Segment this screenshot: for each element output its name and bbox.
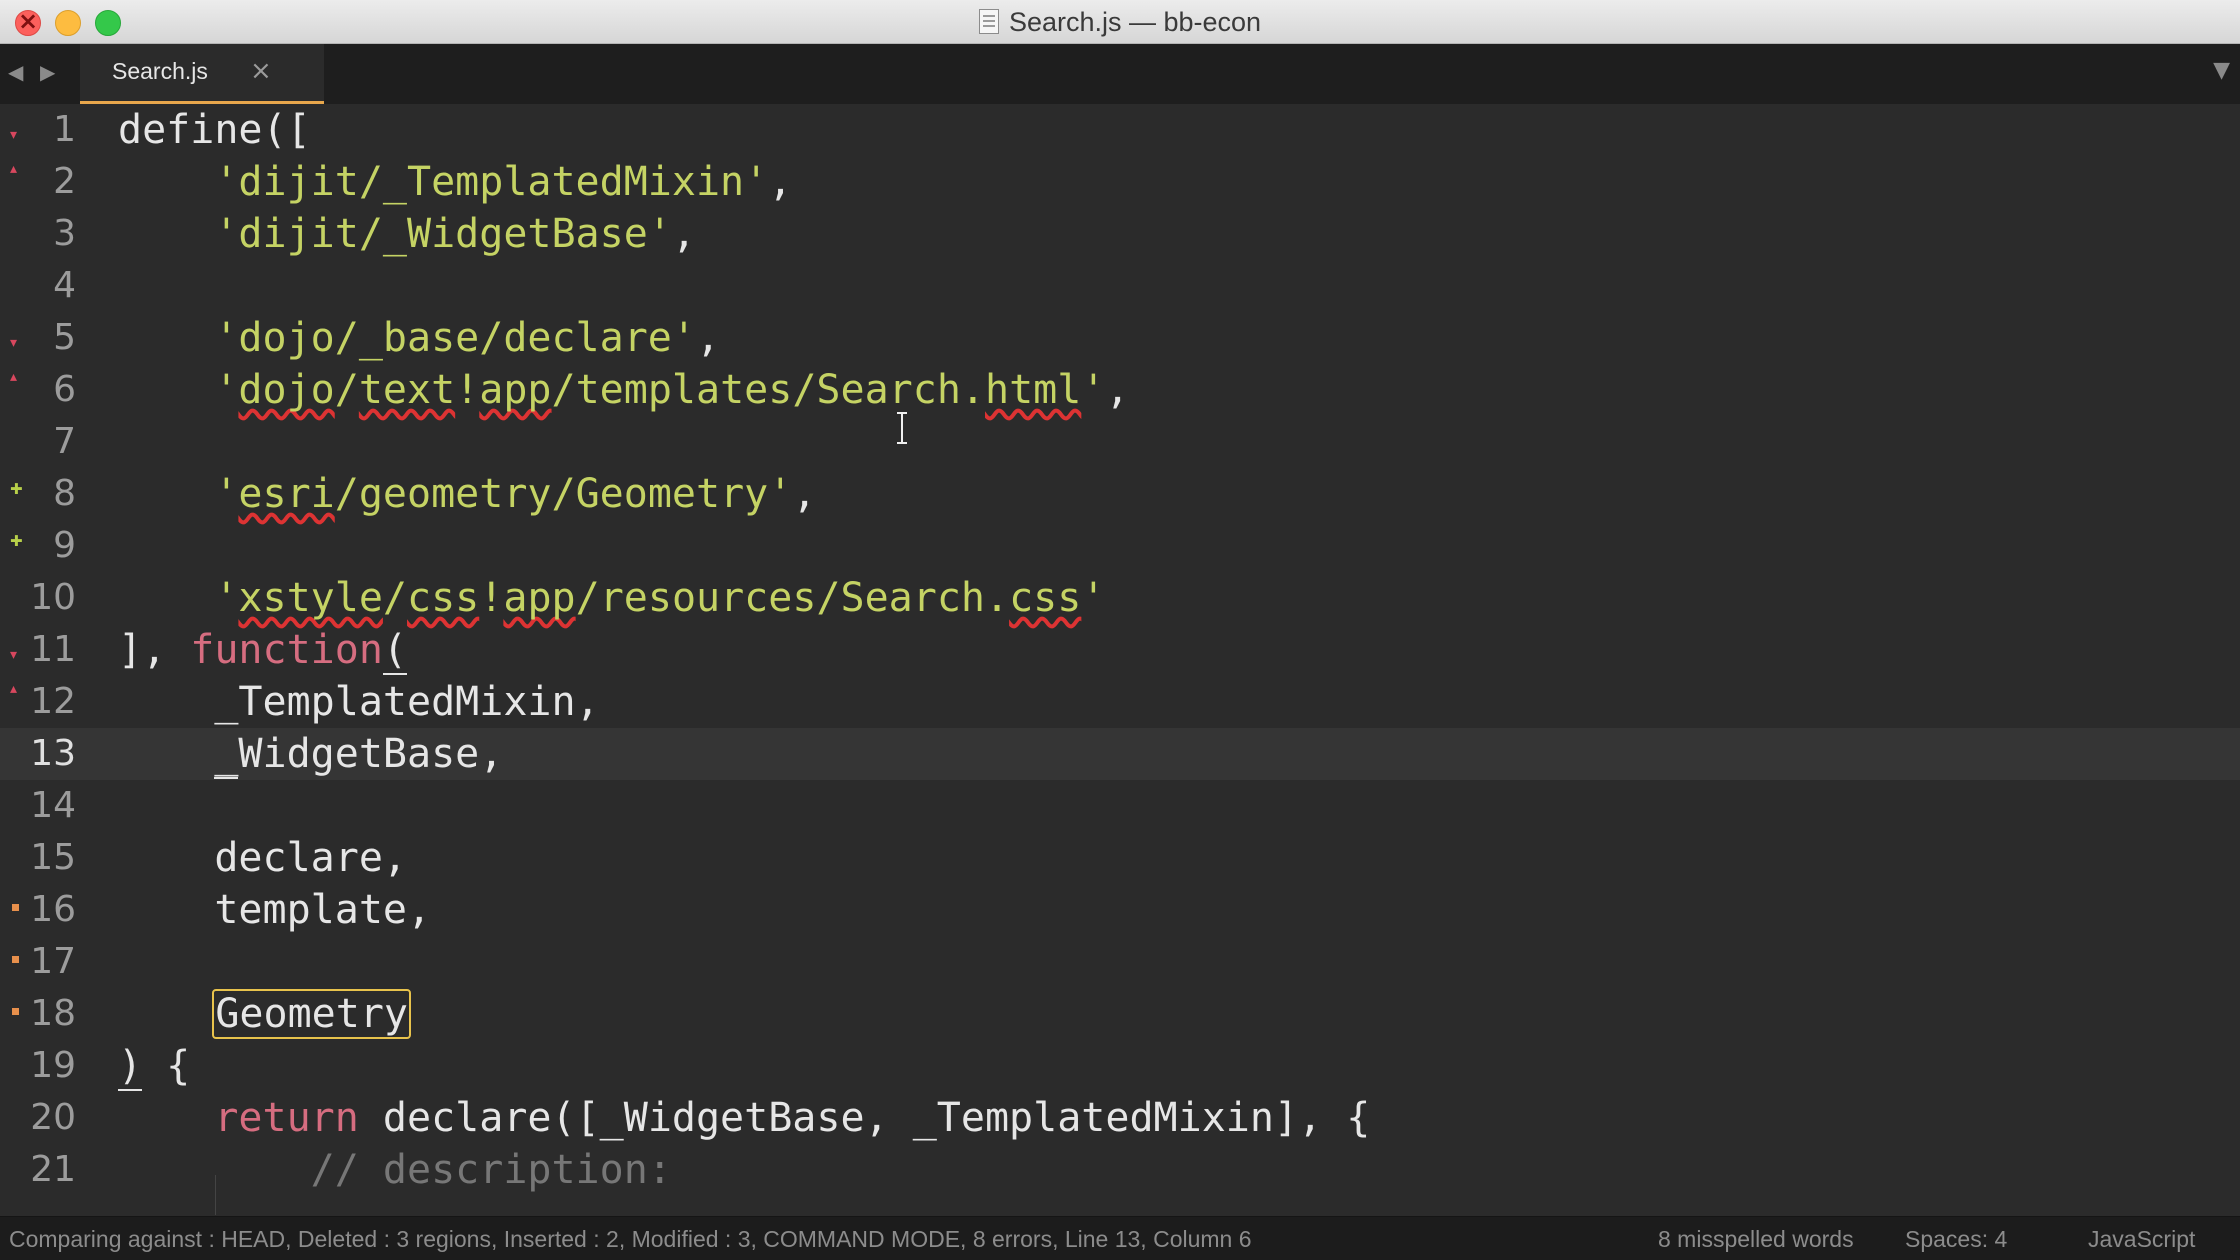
status-message: Comparing against : HEAD, Deleted : 3 re… (9, 1226, 1252, 1252)
forward-arrow-icon[interactable]: ▶ (40, 60, 55, 84)
code-line[interactable]: 15 declare, (0, 832, 2240, 884)
line-number: 15 (30, 837, 76, 878)
indentation-status[interactable]: Spaces: 4 (1905, 1217, 2007, 1260)
code-text: ], function( (118, 627, 407, 675)
line-number: 2 (53, 161, 76, 202)
misspelled-word: esri (238, 471, 335, 517)
code-line[interactable]: 10 'xstyle/css!app/resources/Search.css' (0, 572, 2240, 624)
line-number: 14 (30, 785, 76, 826)
syntax-selector[interactable]: JavaScript (2088, 1217, 2195, 1260)
code-text: template, (214, 887, 432, 933)
code-line[interactable]: 20 return declare([_WidgetBase, _Templat… (0, 1092, 2240, 1144)
matching-bracket: ( (382, 627, 407, 675)
code-line[interactable]: 1 define([ (0, 104, 2240, 156)
line-number: 3 (53, 213, 76, 254)
line-number: 12 (30, 681, 76, 722)
line-number: 13 (30, 733, 76, 774)
tab-bar: ◀ ▶ Search.js × ▼ (0, 44, 2240, 104)
line-number: 20 (30, 1097, 76, 1138)
code-line[interactable]: 2 'dijit/_TemplatedMixin', (0, 156, 2240, 208)
misspelled-word: html (985, 367, 1082, 413)
code-line[interactable]: 7 (0, 416, 2240, 468)
editor-window: Search.js — bb-econ ◀ ▶ Search.js × ▼ 1 … (0, 0, 2240, 1260)
mouse-ibeam-cursor-icon (897, 412, 907, 444)
document-icon (978, 9, 999, 34)
line-number: 17 (30, 941, 76, 982)
code-line[interactable]: 5 'dojo/_base/declare', (0, 312, 2240, 364)
code-line[interactable]: 9 (0, 520, 2240, 572)
line-number: 18 (30, 993, 76, 1034)
misspelled-word: css (407, 575, 480, 621)
code-text: 'dijit/_TemplatedMixin', (214, 159, 793, 205)
back-arrow-icon[interactable]: ◀ (8, 60, 23, 84)
line-number: 19 (30, 1045, 76, 1086)
code-line[interactable]: 6 'dojo/text!app/templates/Search.html', (0, 364, 2240, 416)
spelling-status[interactable]: 8 misspelled words (1658, 1217, 1854, 1260)
code-editor[interactable]: 1 define([ 2 'dijit/_TemplatedMixin', 3 … (0, 104, 2240, 1216)
line-number: 21 (30, 1149, 76, 1190)
status-bar: Comparing against : HEAD, Deleted : 3 re… (0, 1216, 2240, 1260)
tab-close-icon[interactable]: × (250, 56, 272, 86)
code-text: Geometry (118, 988, 411, 1040)
line-number: 8 (53, 473, 76, 514)
line-number: 4 (53, 265, 76, 306)
window-title-text: Search.js — bb-econ (1008, 7, 1262, 37)
code-line-current[interactable]: 13 _WidgetBase, (0, 728, 2240, 780)
code-text: define([ (118, 107, 311, 153)
title-bar: Search.js — bb-econ (0, 0, 2240, 44)
line-number: 10 (30, 577, 76, 618)
line-number: 6 (53, 369, 76, 410)
line-number: 16 (30, 889, 76, 930)
code-text: _WidgetBase, (214, 731, 504, 779)
code-line[interactable]: 19 ) { (0, 1040, 2240, 1092)
code-text: 'xstyle/css!app/resources/Search.css' (214, 575, 1106, 621)
code-text: declare, (214, 835, 407, 881)
code-text: ) { (118, 1043, 191, 1091)
tab-list-dropdown-icon[interactable]: ▼ (2213, 58, 2230, 83)
highlighted-symbol: Geometry (212, 989, 411, 1039)
code-text: 'esri/geometry/Geometry', (214, 471, 817, 517)
code-text: 'dijit/_WidgetBase', (214, 211, 696, 257)
line-number: 9 (53, 525, 76, 566)
code-line[interactable]: 18 Geometry (0, 988, 2240, 1040)
misspelled-word: text (358, 367, 456, 413)
code-text: return declare([_WidgetBase, _TemplatedM… (214, 1095, 1371, 1141)
line-number: 5 (53, 317, 76, 358)
line-number: 11 (30, 629, 76, 670)
block-cursor: _ (214, 731, 239, 779)
misspelled-word: app (479, 367, 552, 413)
tab-search-js[interactable]: Search.js × (80, 44, 324, 104)
code-text: // description: (310, 1147, 672, 1193)
line-number: 7 (53, 421, 76, 462)
code-line[interactable]: 12 _TemplatedMixin, (0, 676, 2240, 728)
code-line[interactable]: 3 'dijit/_WidgetBase', (0, 208, 2240, 260)
misspelled-word: xstyle (238, 575, 383, 621)
misspelled-word: app (503, 575, 576, 621)
code-text: 'dojo/_base/declare', (214, 315, 721, 361)
code-line[interactable]: 14 (0, 780, 2240, 832)
tab-label: Search.js (112, 58, 208, 84)
code-text: _TemplatedMixin, (214, 679, 600, 725)
code-line[interactable]: 8 'esri/geometry/Geometry', (0, 468, 2240, 520)
misspelled-word: css (1009, 575, 1082, 621)
code-line[interactable]: 21 // description: (0, 1144, 2240, 1196)
code-line[interactable]: 16 template, (0, 884, 2240, 936)
code-text: 'dojo/text!app/templates/Search.html', (214, 367, 1130, 413)
window-title: Search.js — bb-econ (0, 0, 2240, 43)
matching-bracket: ) (118, 1043, 143, 1091)
line-number: 1 (53, 109, 76, 150)
code-line[interactable]: 4 (0, 260, 2240, 312)
misspelled-word: dojo (238, 367, 335, 413)
code-line[interactable]: 17 (0, 936, 2240, 988)
code-line[interactable]: 11 ], function( (0, 624, 2240, 676)
indent-guide (215, 1175, 216, 1215)
